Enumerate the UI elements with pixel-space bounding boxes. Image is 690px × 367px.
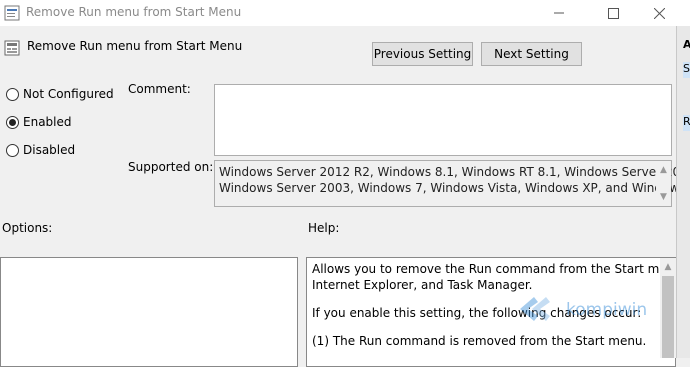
options-label: Options: — [2, 221, 53, 235]
background-window-text: A — [683, 38, 690, 51]
enabled-radio[interactable] — [6, 116, 19, 129]
help-label: Help: — [308, 221, 340, 235]
supported-line-2: Windows Server 2003, Windows 7, Windows … — [219, 181, 686, 195]
disabled-label[interactable]: Disabled — [23, 143, 75, 157]
scroll-up-icon[interactable]: ▲ — [656, 163, 671, 177]
scroll-down-icon[interactable]: ▼ — [656, 190, 671, 204]
help-text-line: (1) The Run command is removed from the … — [312, 334, 647, 348]
comment-label: Comment: — [128, 82, 191, 96]
options-pane — [0, 257, 298, 367]
not-configured-label[interactable]: Not Configured — [23, 87, 114, 101]
scroll-up-icon[interactable]: ▲ — [660, 260, 676, 274]
help-text-line: Internet Explorer, and Task Manager. — [312, 278, 533, 292]
previous-setting-button[interactable]: Previous Setting — [372, 42, 473, 66]
help-text-line: Allows you to remove the Run command fro… — [312, 262, 686, 276]
minimize-button[interactable] — [536, 0, 582, 26]
enabled-label[interactable]: Enabled — [23, 115, 72, 129]
comment-textarea[interactable] — [214, 84, 672, 156]
close-button[interactable] — [636, 0, 682, 26]
next-setting-button[interactable]: Next Setting — [481, 42, 582, 66]
policy-setting-icon — [4, 40, 20, 56]
disabled-radio[interactable] — [6, 144, 19, 157]
policy-editor-app-icon — [4, 5, 20, 21]
supported-on-label: Supported on: — [128, 160, 214, 174]
maximize-button[interactable] — [590, 0, 636, 26]
background-window-item: S — [683, 62, 690, 78]
window-title: Remove Run menu from Start Menu — [26, 5, 242, 19]
supported-line-1: Windows Server 2012 R2, Windows 8.1, Win… — [219, 165, 690, 179]
policy-title: Remove Run menu from Start Menu — [27, 39, 243, 53]
background-window-item: R — [683, 115, 690, 131]
not-configured-radio[interactable] — [6, 88, 19, 101]
supported-on-box: Windows Server 2012 R2, Windows 8.1, Win… — [214, 160, 690, 207]
watermark-text: kompiwin — [566, 300, 648, 320]
supported-scrollbar[interactable]: ▲ ▼ — [656, 161, 671, 206]
title-bar: Remove Run menu from Start Menu — [0, 0, 690, 26]
